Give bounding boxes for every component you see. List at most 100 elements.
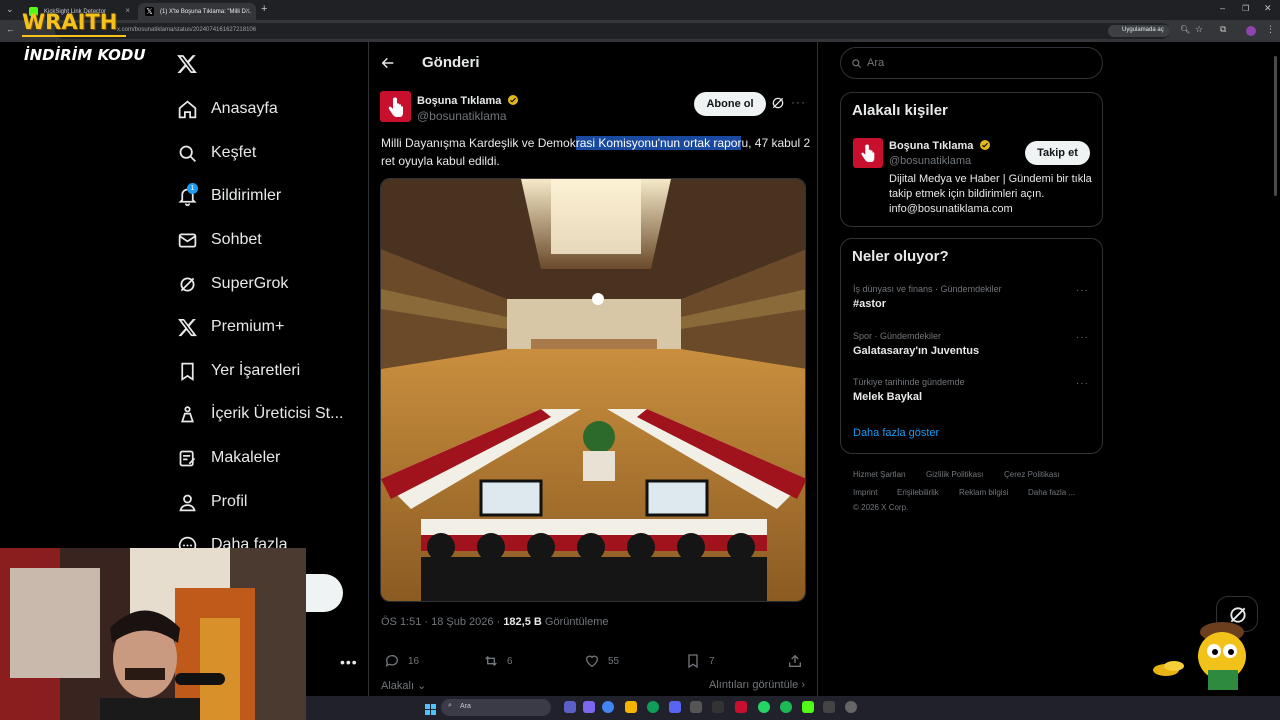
show-more-link[interactable]: Daha fazla göster (853, 427, 939, 439)
open-in-app-label: Uygulamada aç (1122, 27, 1164, 33)
post-image[interactable] (380, 178, 806, 602)
search-placeholder: Ara (867, 57, 885, 69)
url-field[interactable]: x.com/bosunatiklama/status/2024074161627… (55, 23, 1170, 39)
footer-terms-link[interactable]: Hizmet Şartları (853, 470, 906, 479)
footer-ads-link[interactable]: Reklam bilgisi (959, 488, 1008, 497)
open-in-app-button[interactable]: Uygulamada aç (1108, 25, 1170, 37)
nav-home[interactable]: Anasayfa (176, 91, 278, 127)
app-icon[interactable] (823, 701, 835, 713)
nav-label: Profil (211, 493, 248, 510)
scrollbar-thumb[interactable] (1274, 56, 1277, 196)
author-avatar[interactable] (380, 91, 411, 122)
meeting-hall-photo (381, 179, 805, 601)
footer-more-link[interactable]: Daha fazla ... (1028, 488, 1075, 497)
profile-avatar[interactable] (1246, 26, 1256, 36)
views-label: Görüntüleme (544, 616, 609, 628)
reply-button[interactable]: 16 (384, 653, 419, 669)
trend-item[interactable]: #astor (853, 298, 886, 310)
x-logo-icon (176, 316, 198, 338)
zoom-icon[interactable]: 🔍︎ (1180, 25, 1190, 34)
discord-icon[interactable] (669, 701, 681, 713)
trend-more-icon[interactable]: ··· (1076, 378, 1089, 389)
nav-label: Makaleler (211, 449, 281, 466)
windows-start-icon[interactable] (425, 702, 436, 715)
new-tab-icon[interactable]: + (261, 3, 267, 15)
whatsapp-icon[interactable] (758, 701, 770, 713)
taskbar-search-placeholder: Ara (460, 703, 471, 710)
chrome-icon[interactable] (602, 701, 614, 713)
app-icon[interactable] (735, 701, 747, 713)
spotify-icon[interactable] (780, 701, 792, 713)
nav-bookmarks[interactable]: Yer İşaretleri (176, 353, 300, 389)
folder-icon[interactable] (625, 701, 637, 713)
view-quotes-link[interactable]: Alıntıları görüntüle › (709, 679, 805, 691)
nav-premium[interactable]: Premium+ (176, 309, 284, 345)
app-icon[interactable] (845, 701, 857, 713)
related-name[interactable]: Boşuna Tıklama (889, 139, 991, 152)
post-text-part: Milli Dayanışma Kardeşlik ve Demok (381, 136, 576, 150)
trend-more-icon[interactable]: ··· (1076, 332, 1089, 343)
account-more-icon[interactable]: ••• (340, 654, 358, 670)
tab-x-post[interactable]: 𝕏 (1) X'te Boşuna Tıklama: "Milli D... × (138, 3, 256, 20)
footer-cookies-link[interactable]: Çerez Politikası (1004, 470, 1060, 479)
nav-label: Keşfet (211, 144, 257, 161)
footer-privacy-link[interactable]: Gizlilik Politikası (926, 470, 983, 479)
search-icon (852, 59, 862, 69)
discount-label: İNDİRİM KODU (24, 46, 146, 64)
close-icon[interactable]: × (125, 6, 130, 15)
minimize-icon[interactable]: – (1220, 3, 1225, 13)
trend-item[interactable]: Melek Baykal (853, 391, 922, 403)
nav-explore[interactable]: Keşfet (176, 135, 256, 171)
app-icon[interactable] (583, 701, 595, 713)
author-name[interactable]: Boşuna Tıklama (417, 94, 519, 107)
nav-profile[interactable]: Profil (176, 484, 247, 520)
share-button[interactable] (787, 653, 811, 669)
extensions-icon[interactable]: ⧉ (1220, 24, 1226, 35)
footer-imprint-link[interactable]: Imprint (853, 488, 877, 497)
repost-button[interactable]: 6 (483, 653, 513, 669)
repost-count: 6 (507, 655, 513, 667)
x-logo-icon[interactable] (176, 53, 198, 80)
restore-icon[interactable]: ❐ (1242, 4, 1249, 13)
related-avatar[interactable] (853, 138, 883, 168)
chevron-down-icon: ⌄ (417, 680, 427, 692)
edge-icon[interactable] (647, 701, 659, 713)
taskview-icon[interactable] (564, 701, 576, 713)
star-icon[interactable]: ☆ (1195, 24, 1203, 35)
nav-chat[interactable]: Sohbet (176, 222, 262, 258)
kick-icon[interactable] (802, 701, 814, 713)
search-input[interactable]: Ara (840, 47, 1103, 79)
post-time[interactable]: ÖS 1:51 · 18 Şub 2026 · (381, 616, 500, 628)
sort-relevant-dropdown[interactable]: Alakalı ⌄ (381, 679, 426, 692)
tab-search-icon[interactable]: ⌄ (6, 4, 14, 15)
app-icon[interactable] (690, 701, 702, 713)
money-sticker (1152, 658, 1186, 678)
obs-icon[interactable] (712, 701, 724, 713)
trend-more-icon[interactable]: ··· (1076, 285, 1089, 296)
hand-cursor-icon (861, 144, 875, 162)
post-more-icon[interactable]: ··· (791, 95, 806, 109)
back-icon[interactable]: ← (6, 24, 15, 34)
like-button[interactable]: 55 (584, 653, 619, 669)
share-icon (789, 654, 801, 667)
reply-icon (385, 655, 398, 667)
menu-icon[interactable]: ⋮ (1266, 24, 1275, 35)
back-arrow-icon[interactable] (380, 55, 396, 76)
close-icon[interactable]: × (245, 6, 250, 15)
x-favicon-icon: 𝕏 (145, 7, 154, 16)
footer-accessibility-link[interactable]: Erişilebilirlik (897, 488, 939, 497)
nav-articles[interactable]: Makaleler (176, 440, 280, 476)
grok-explain-icon[interactable] (771, 96, 785, 115)
nav-creator-studio[interactable]: İçerik Üreticisi St... (176, 396, 343, 432)
nav-supergrok[interactable]: SuperGrok (176, 266, 288, 302)
trend-item[interactable]: Galatasaray'ın Juventus (853, 345, 979, 357)
related-handle[interactable]: @bosunatiklama (889, 155, 971, 167)
bookmark-button[interactable]: 7 (685, 653, 715, 669)
subscribe-button[interactable]: Abone ol (694, 92, 766, 116)
window-close-icon[interactable]: ✕ (1264, 3, 1272, 14)
trend-context: Spor · Gündemdekiler (853, 331, 942, 341)
author-handle[interactable]: @bosunatiklama (417, 109, 507, 123)
taskbar-search[interactable]: ⌕ Ara (441, 699, 551, 716)
follow-button[interactable]: Takip et (1025, 141, 1090, 165)
search-icon: ⌕ (448, 702, 452, 709)
